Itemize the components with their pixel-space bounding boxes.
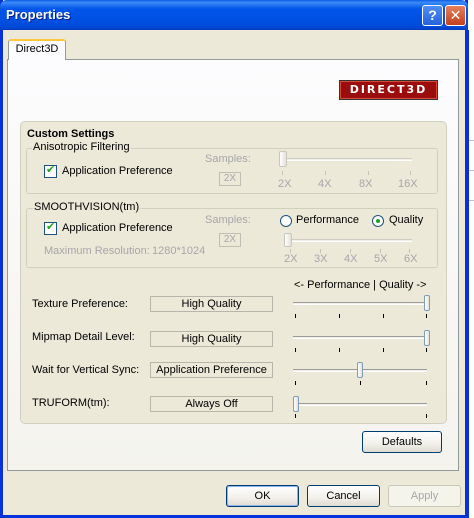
performance-quality-scale-header: <- Performance | Quality ->: [294, 279, 427, 291]
truform-slider-track: [293, 403, 427, 406]
radio-quality-label: Quality: [389, 214, 424, 226]
texture-tick: [383, 314, 384, 318]
smoothvision-slider-track: [286, 239, 412, 242]
direct3d-logo: DIRECT3D: [339, 80, 438, 100]
vertical-sync-value: Application Preference: [150, 362, 273, 378]
texture-preference-value: High Quality: [150, 296, 273, 312]
smoothvision-tick-label: 4X: [344, 253, 358, 265]
smoothvision-tick-label: 2X: [284, 253, 298, 265]
anisotropic-tick: [368, 171, 369, 175]
custom-settings-title: Custom Settings: [27, 128, 115, 140]
anisotropic-tick-label: 8X: [359, 178, 373, 190]
mipmap-tick: [339, 348, 340, 352]
anisotropic-app-pref-label: Application Preference: [62, 165, 173, 177]
truform-value: Always Off: [150, 396, 273, 412]
anisotropic-app-pref-checkbox[interactable]: [44, 163, 57, 178]
tab-direct3d[interactable]: Direct3D: [8, 39, 66, 60]
mipmap-tick: [295, 348, 296, 352]
anisotropic-tick-label: 4X: [318, 178, 332, 190]
smoothvision-title: SMOOTHVISION(tm): [33, 201, 141, 213]
smoothvision-tick-label: 5X: [374, 253, 388, 265]
smoothvision-samples-value: 2X: [219, 233, 241, 247]
apply-button[interactable]: Apply: [388, 485, 461, 507]
anisotropic-tick: [410, 171, 411, 175]
mipmap-detail-value: High Quality: [150, 331, 273, 347]
defaults-button[interactable]: Defaults: [362, 431, 442, 453]
background-line: [469, 140, 474, 141]
anisotropic-tick: [325, 171, 326, 175]
help-icon[interactable]: ?: [422, 5, 443, 26]
smoothvision-tick-label: 6X: [404, 253, 418, 265]
smoothvision-tick-label: 3X: [314, 253, 328, 265]
texture-preference-label: Texture Preference:: [32, 298, 128, 310]
radio-quality[interactable]: [372, 215, 384, 227]
mipmap-detail-label: Mipmap Detail Level:: [32, 331, 135, 343]
vsync-tick: [426, 381, 427, 385]
smoothvision-slider-thumb[interactable]: [284, 233, 292, 247]
background-line: [469, 170, 474, 171]
title-bar[interactable]: Properties ? ✕: [0, 0, 468, 30]
background-window-edge: [468, 30, 474, 518]
texture-preference-slider-thumb[interactable]: [424, 295, 430, 311]
max-resolution-value: 1280*1024: [152, 245, 206, 257]
truform-tick: [295, 414, 296, 418]
vsync-tick: [295, 381, 296, 385]
smoothvision-app-pref-checkbox[interactable]: [44, 220, 57, 235]
anisotropic-samples-label: Samples:: [205, 153, 251, 165]
radio-performance-label: Performance: [296, 214, 359, 226]
anisotropic-tick-label: 2X: [278, 178, 292, 190]
anisotropic-title: Anisotropic Filtering: [32, 141, 131, 153]
truform-tick: [426, 414, 427, 418]
anisotropic-tick-label: 16X: [398, 178, 418, 190]
anisotropic-samples-value: 2X: [219, 172, 241, 186]
texture-tick: [426, 314, 427, 318]
truform-slider-thumb[interactable]: [293, 396, 299, 412]
truform-label: TRUFORM(tm):: [32, 397, 110, 409]
close-icon[interactable]: ✕: [445, 5, 466, 26]
anisotropic-slider-thumb[interactable]: [279, 151, 287, 167]
anisotropic-slider-track: [281, 158, 412, 161]
vertical-sync-label: Wait for Vertical Sync:: [32, 364, 140, 376]
texture-preference-slider-track: [293, 302, 427, 305]
cancel-button[interactable]: Cancel: [307, 485, 380, 507]
anisotropic-tick: [282, 171, 283, 175]
vsync-tick: [360, 381, 361, 385]
mipmap-tick: [426, 348, 427, 352]
max-resolution-label: Maximum Resolution:: [44, 245, 150, 257]
window-title: Properties: [6, 7, 71, 22]
smoothvision-app-pref-label: Application Preference: [62, 222, 173, 234]
background-line: [469, 200, 474, 201]
mipmap-detail-slider-thumb[interactable]: [424, 330, 430, 346]
vertical-sync-slider-thumb[interactable]: [357, 362, 363, 378]
mipmap-detail-slider-track: [293, 336, 427, 339]
mipmap-tick: [383, 348, 384, 352]
ok-button[interactable]: OK: [226, 485, 299, 507]
texture-tick: [339, 314, 340, 318]
texture-tick: [295, 314, 296, 318]
radio-performance[interactable]: [280, 215, 292, 227]
smoothvision-samples-label: Samples:: [205, 214, 251, 226]
